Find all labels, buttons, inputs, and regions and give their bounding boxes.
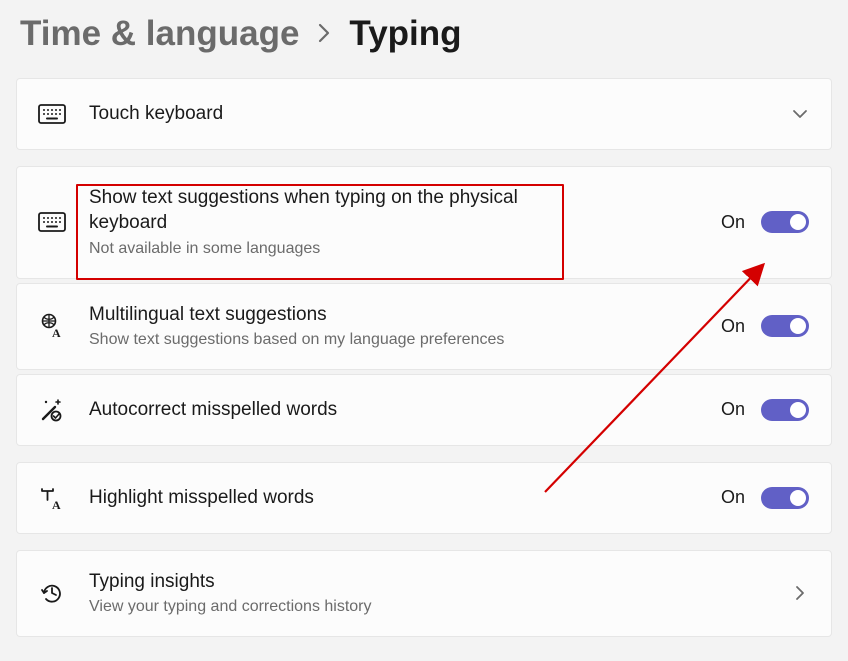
toggle-state-label: On: [721, 212, 745, 233]
toggle-highlight-misspelled[interactable]: [761, 487, 809, 509]
keyboard-icon: [37, 104, 67, 124]
history-icon: [37, 580, 67, 606]
row-title: Autocorrect misspelled words: [89, 397, 709, 423]
row-typing-insights[interactable]: Typing insights View your typing and cor…: [16, 550, 832, 637]
keyboard-icon: [37, 212, 67, 232]
row-title: Multilingual text suggestions: [89, 302, 709, 328]
row-autocorrect: Autocorrect misspelled words On: [16, 374, 832, 446]
svg-text:A: A: [52, 498, 61, 511]
row-text-suggestions-physical: Show text suggestions when typing on the…: [16, 166, 832, 279]
row-title: Highlight misspelled words: [89, 485, 709, 511]
row-highlight-misspelled: A Highlight misspelled words On: [16, 462, 832, 534]
globe-translate-icon: A: [37, 313, 67, 339]
row-multilingual-suggestions: A Multilingual text suggestions Show tex…: [16, 283, 832, 370]
toggle-state-label: On: [721, 487, 745, 508]
toggle-state-label: On: [721, 316, 745, 337]
row-title: Touch keyboard: [89, 101, 779, 127]
row-desc: View your typing and corrections history: [89, 596, 779, 618]
row-touch-keyboard[interactable]: Touch keyboard: [16, 78, 832, 150]
toggle-text-suggestions-physical[interactable]: [761, 211, 809, 233]
row-desc: Show text suggestions based on my langua…: [89, 329, 709, 351]
breadcrumb-current: Typing: [349, 14, 461, 54]
chevron-right-icon: [791, 585, 809, 601]
breadcrumb-parent[interactable]: Time & language: [20, 14, 299, 54]
breadcrumb: Time & language Typing: [20, 14, 832, 54]
chevron-down-icon: [791, 109, 809, 119]
row-title: Show text suggestions when typing on the…: [89, 185, 549, 236]
chevron-right-icon: [317, 19, 331, 50]
row-title: Typing insights: [89, 569, 779, 595]
magic-wand-icon: [37, 397, 67, 423]
svg-text:A: A: [52, 326, 61, 339]
toggle-multilingual-suggestions[interactable]: [761, 315, 809, 337]
row-desc: Not available in some languages: [89, 238, 709, 260]
highlight-text-icon: A: [37, 485, 67, 511]
toggle-autocorrect[interactable]: [761, 399, 809, 421]
toggle-state-label: On: [721, 399, 745, 420]
